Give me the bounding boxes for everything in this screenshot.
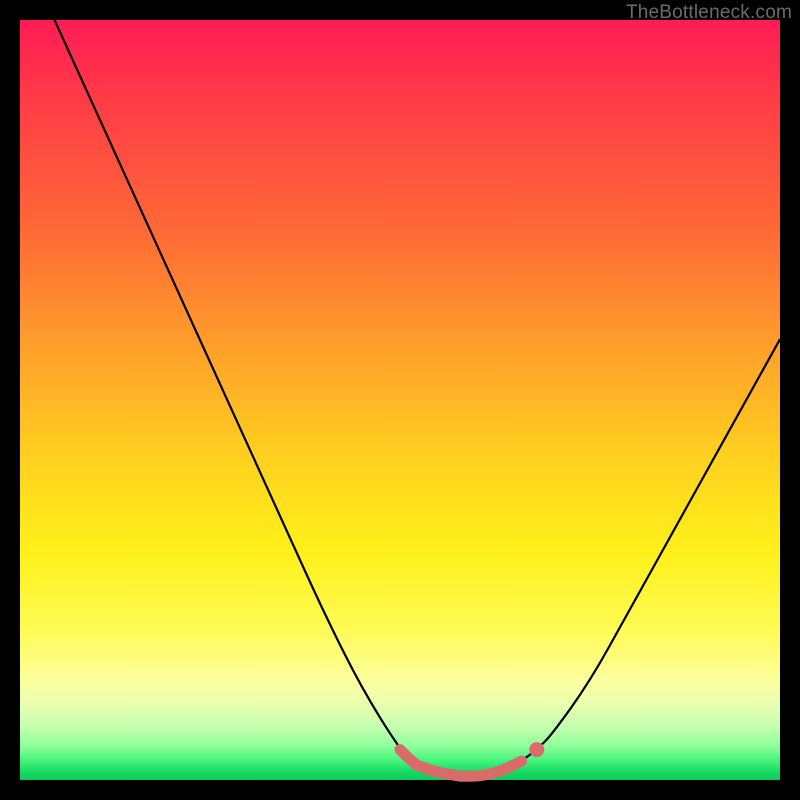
chart-frame: TheBottleneck.com — [0, 0, 800, 800]
bottleneck-curve — [20, 20, 780, 780]
watermark-text: TheBottleneck.com — [626, 2, 792, 24]
plot-area — [20, 20, 780, 780]
